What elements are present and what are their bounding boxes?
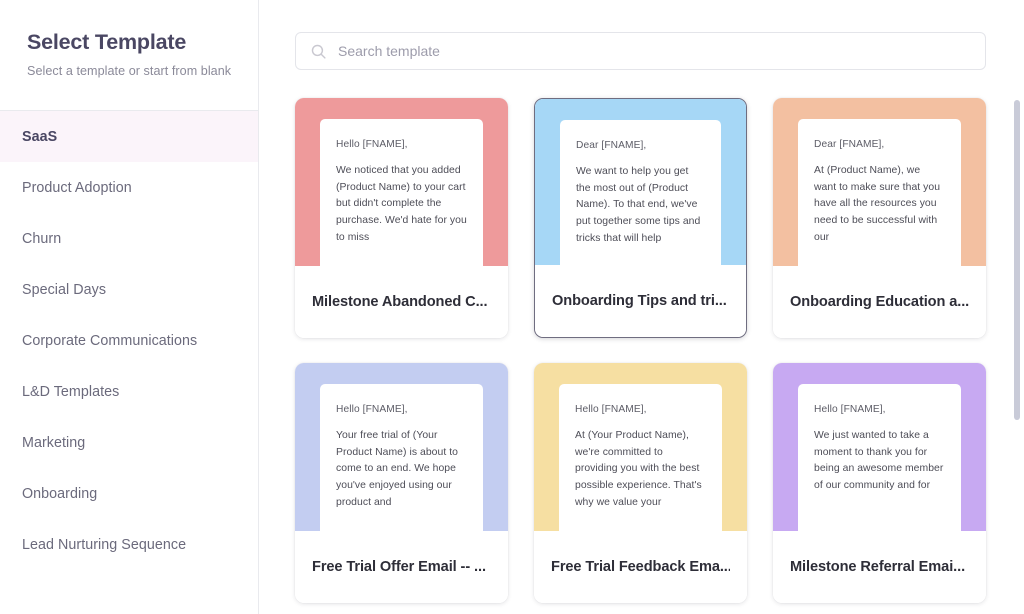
template-preview-greeting: Dear [FNAME], bbox=[814, 139, 885, 150]
template-card-footer: Free Trial Feedback Ema... bbox=[534, 531, 747, 603]
template-preview-body: We noticed that you added (Product Name)… bbox=[336, 165, 467, 243]
template-preview-text: Hello [FNAME], We just wanted to take a m… bbox=[814, 402, 945, 495]
template-card-footer: Milestone Abandoned C... bbox=[295, 266, 508, 338]
template-preview-text: Hello [FNAME], Your free trial of (Your P… bbox=[336, 402, 467, 512]
template-preview-body: We just wanted to take a moment to thank… bbox=[814, 430, 944, 492]
sidebar-item-label: Marketing bbox=[22, 434, 86, 451]
template-preview-body: At (Product Name), we want to make sure … bbox=[814, 165, 941, 243]
template-card-footer: Free Trial Offer Email -- ... bbox=[295, 531, 508, 603]
sidebar-item-corporate-communications[interactable]: Corporate Communications bbox=[0, 315, 258, 366]
sidebar-item-label: Churn bbox=[22, 230, 62, 247]
template-preview-greeting: Dear [FNAME], bbox=[576, 140, 647, 151]
template-preview-text: Dear [FNAME], At (Product Name), we want … bbox=[814, 137, 945, 247]
sidebar-item-label: SaaS bbox=[22, 128, 58, 145]
sidebar-item-special-days[interactable]: Special Days bbox=[0, 264, 258, 315]
template-card-title: Onboarding Tips and tri... bbox=[552, 293, 727, 309]
sidebar-item-label: Onboarding bbox=[22, 485, 98, 502]
template-card-title: Free Trial Offer Email -- ... bbox=[312, 559, 486, 575]
page-subtitle: Select a template or start from blank bbox=[27, 64, 232, 78]
template-card[interactable]: Hello [FNAME], At (Your Product Name), we… bbox=[534, 363, 747, 603]
template-card-footer: Onboarding Education a... bbox=[773, 266, 986, 338]
sidebar-item-saas[interactable]: SaaS bbox=[0, 111, 258, 162]
template-preview-body: Your free trial of (Your Product Name) i… bbox=[336, 430, 458, 508]
sidebar-item-label: Special Days bbox=[22, 281, 107, 298]
template-card-title: Onboarding Education a... bbox=[790, 294, 969, 310]
template-card-footer: Milestone Referral Emai... bbox=[773, 531, 986, 603]
template-preview: Hello [FNAME], At (Your Product Name), we… bbox=[559, 384, 722, 542]
template-card[interactable]: Hello [FNAME], We just wanted to take a m… bbox=[773, 363, 986, 603]
template-card-title: Milestone Abandoned C... bbox=[312, 294, 488, 310]
search-icon bbox=[310, 43, 327, 60]
sidebar-item-label: Corporate Communications bbox=[22, 332, 198, 349]
template-card-footer: Onboarding Tips and tri... bbox=[535, 265, 746, 337]
search-box[interactable] bbox=[295, 32, 986, 70]
template-preview-body: At (Your Product Name), we're committed … bbox=[575, 430, 702, 508]
template-card[interactable]: Dear [FNAME], We want to help you get the… bbox=[534, 98, 747, 338]
template-preview-text: Hello [FNAME], We noticed that you added … bbox=[336, 137, 467, 247]
template-card[interactable]: Dear [FNAME], At (Product Name), we want … bbox=[773, 98, 986, 338]
sidebar-item-label: Lead Nurturing Sequence bbox=[22, 536, 187, 553]
template-preview-text: Dear [FNAME], We want to help you get the… bbox=[576, 138, 705, 248]
template-grid: Hello [FNAME], We noticed that you added … bbox=[295, 98, 986, 603]
template-preview-greeting: Hello [FNAME], bbox=[814, 404, 886, 415]
template-preview: Hello [FNAME], Your free trial of (Your P… bbox=[320, 384, 483, 542]
template-card-title: Free Trial Feedback Ema... bbox=[551, 559, 730, 575]
sidebar-item-product-adoption[interactable]: Product Adoption bbox=[0, 162, 258, 213]
template-preview-greeting: Hello [FNAME], bbox=[336, 139, 408, 150]
template-preview-body: We want to help you get the most out of … bbox=[576, 166, 701, 244]
template-card-title: Milestone Referral Emai... bbox=[790, 559, 966, 575]
sidebar-item-label: L&D Templates bbox=[22, 383, 120, 400]
template-picker-screen: Select Template Select a template or sta… bbox=[0, 0, 1024, 614]
page-title: Select Template bbox=[27, 30, 187, 54]
template-preview: Dear [FNAME], At (Product Name), we want … bbox=[798, 119, 961, 277]
search-input[interactable] bbox=[338, 43, 971, 59]
template-preview-greeting: Hello [FNAME], bbox=[336, 404, 408, 415]
scrollbar-thumb[interactable] bbox=[1014, 100, 1020, 420]
sidebar: Select Template Select a template or sta… bbox=[0, 0, 259, 614]
template-preview-text: Hello [FNAME], At (Your Product Name), we… bbox=[575, 402, 706, 512]
sidebar-item-marketing[interactable]: Marketing bbox=[0, 417, 258, 468]
sidebar-item-onboarding[interactable]: Onboarding bbox=[0, 468, 258, 519]
template-card[interactable]: Hello [FNAME], Your free trial of (Your P… bbox=[295, 363, 508, 603]
category-nav: SaaS Product Adoption Churn Special Days Cor… bbox=[0, 111, 258, 570]
scrollbar-track[interactable] bbox=[1014, 0, 1020, 614]
template-preview: Hello [FNAME], We noticed that you added … bbox=[320, 119, 483, 277]
sidebar-item-label: Product Adoption bbox=[22, 179, 132, 196]
template-preview: Hello [FNAME], We just wanted to take a m… bbox=[798, 384, 961, 542]
sidebar-item-l-d-templates[interactable]: L&D Templates bbox=[0, 366, 258, 417]
sidebar-item-churn[interactable]: Churn bbox=[0, 213, 258, 264]
template-list-scroll-area: Hello [FNAME], We noticed that you added … bbox=[259, 88, 1024, 614]
template-preview-greeting: Hello [FNAME], bbox=[575, 404, 647, 415]
template-card[interactable]: Hello [FNAME], We noticed that you added … bbox=[295, 98, 508, 338]
template-preview: Dear [FNAME], We want to help you get the… bbox=[560, 120, 721, 278]
sidebar-header: Select Template Select a template or sta… bbox=[0, 0, 258, 80]
sidebar-item-lead-nurturing-sequence[interactable]: Lead Nurturing Sequence bbox=[0, 519, 258, 570]
search-area bbox=[259, 0, 1024, 70]
main-content: Hello [FNAME], We noticed that you added … bbox=[259, 0, 1024, 614]
